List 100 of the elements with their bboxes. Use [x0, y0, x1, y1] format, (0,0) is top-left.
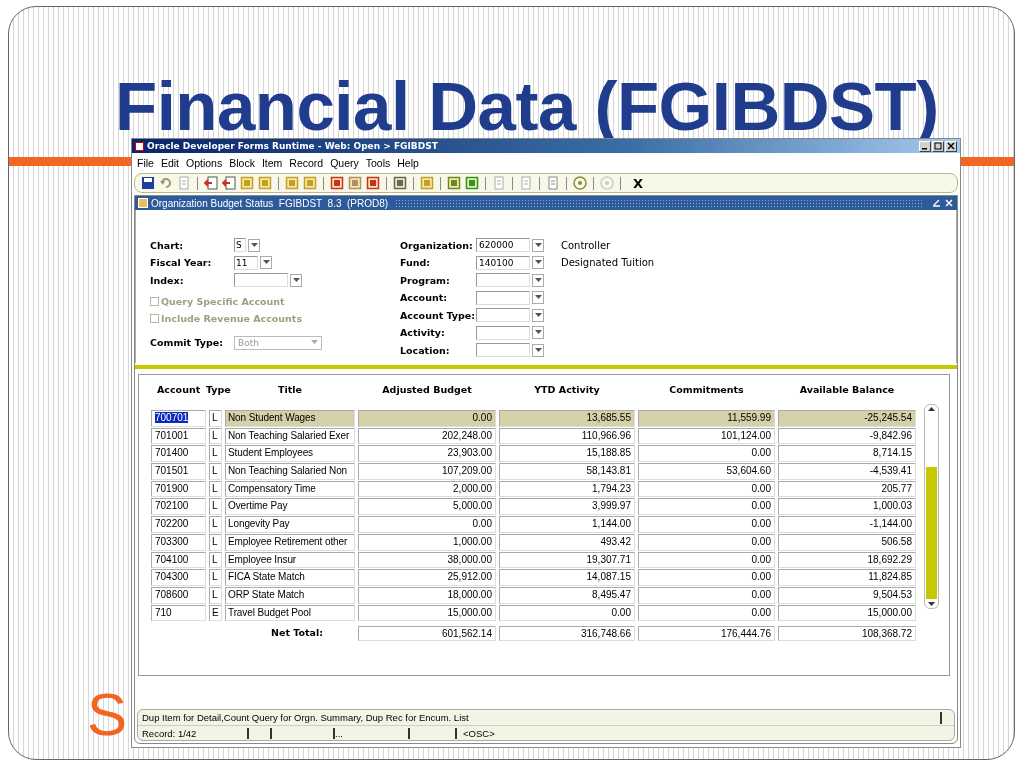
dropdown-button[interactable]: [532, 256, 544, 270]
exit-button[interactable]: X: [633, 175, 644, 191]
menu-item[interactable]: Edit: [160, 156, 179, 169]
dropdown-button[interactable]: [532, 238, 544, 252]
account-cell[interactable]: 710: [151, 604, 206, 622]
dropdown-button[interactable]: [260, 256, 272, 270]
account-cell[interactable]: 700701: [151, 410, 206, 427]
amount-cell[interactable]: -4,539.41: [778, 463, 916, 480]
title-cell[interactable]: Longevity Pay: [225, 516, 355, 533]
maximize-button[interactable]: [932, 140, 944, 152]
amount-cell[interactable]: 5,000.00: [358, 498, 496, 516]
close-button[interactable]: [945, 140, 957, 152]
menu-item[interactable]: Record: [289, 156, 324, 169]
input-field[interactable]: [234, 273, 288, 288]
amount-cell[interactable]: 0.00: [638, 586, 775, 604]
input-field[interactable]: [476, 308, 530, 323]
amount-cell[interactable]: 15,000.00: [778, 604, 916, 622]
menu-item[interactable]: Block: [229, 156, 255, 169]
dropdown-button[interactable]: [532, 291, 544, 305]
remove-record-icon[interactable]: [222, 176, 236, 190]
input-field[interactable]: [476, 343, 530, 358]
account-cell[interactable]: 703300: [151, 533, 206, 551]
insert-record-icon[interactable]: [204, 176, 218, 190]
account-cell[interactable]: 702200: [151, 516, 206, 533]
account-cell[interactable]: 704300: [151, 569, 206, 586]
input-field[interactable]: S: [234, 238, 246, 253]
amount-cell[interactable]: 0.00: [499, 604, 635, 622]
title-cell[interactable]: Compensatory Time: [225, 480, 355, 498]
title-cell[interactable]: Overtime Pay: [225, 498, 355, 516]
input-field[interactable]: [476, 290, 530, 305]
amount-cell[interactable]: 0.00: [638, 604, 775, 622]
amount-cell[interactable]: 0.00: [638, 551, 775, 569]
amount-cell[interactable]: 205.77: [778, 480, 916, 498]
menu-item[interactable]: File: [137, 156, 154, 169]
amount-cell[interactable]: 3,999.97: [499, 498, 635, 516]
amount-cell[interactable]: 110,966.96: [499, 427, 635, 445]
type-cell[interactable]: L: [209, 498, 222, 516]
amount-cell[interactable]: 18,000.00: [358, 586, 496, 604]
dropdown-button[interactable]: [532, 343, 544, 357]
type-cell[interactable]: L: [209, 586, 222, 604]
input-field[interactable]: [476, 325, 530, 340]
amount-cell[interactable]: 8,495.47: [499, 586, 635, 604]
amount-cell[interactable]: 0.00: [358, 516, 496, 533]
account-cell[interactable]: 701400: [151, 445, 206, 463]
input-field[interactable]: [476, 273, 530, 288]
amount-cell[interactable]: 9,504.53: [778, 586, 916, 604]
type-cell[interactable]: L: [209, 463, 222, 480]
amount-cell[interactable]: 11,824.85: [778, 569, 916, 586]
amount-cell[interactable]: 2,000.00: [358, 480, 496, 498]
amount-cell[interactable]: 19,307.71: [499, 551, 635, 569]
account-cell[interactable]: 702100: [151, 498, 206, 516]
title-cell[interactable]: FICA State Match: [225, 569, 355, 586]
amount-cell[interactable]: 107,209.00: [358, 463, 496, 480]
dropdown-button[interactable]: [532, 308, 544, 322]
menu-item[interactable]: Tools: [365, 156, 391, 169]
account-cell[interactable]: 701900: [151, 480, 206, 498]
type-cell[interactable]: E: [209, 604, 222, 622]
scroll-thumb[interactable]: [926, 467, 937, 599]
amount-cell[interactable]: 1,000.00: [358, 533, 496, 551]
close-icon[interactable]: [944, 198, 954, 208]
menu-item[interactable]: Help: [397, 156, 419, 169]
type-cell[interactable]: L: [209, 533, 222, 551]
amount-cell[interactable]: 0.00: [638, 516, 775, 533]
title-cell[interactable]: Student Employees: [225, 445, 355, 463]
amount-cell[interactable]: 101,124.00: [638, 427, 775, 445]
input-field[interactable]: 620000: [476, 238, 530, 253]
amount-cell[interactable]: 202,248.00: [358, 427, 496, 445]
scroll-up-icon[interactable]: [926, 405, 937, 414]
amount-cell[interactable]: -1,144.00: [778, 516, 916, 533]
menu-item[interactable]: Options: [186, 156, 223, 169]
amount-cell[interactable]: 23,903.00: [358, 445, 496, 463]
save-icon[interactable]: [141, 176, 155, 190]
amount-cell[interactable]: 13,685.55: [499, 410, 635, 427]
title-cell[interactable]: ORP State Match: [225, 586, 355, 604]
title-cell[interactable]: Non Student Wages: [225, 410, 355, 427]
amount-cell[interactable]: 53,604.60: [638, 463, 775, 480]
menu-item[interactable]: Query: [330, 156, 359, 169]
account-cell[interactable]: 708600: [151, 586, 206, 604]
amount-cell[interactable]: 0.00: [638, 480, 775, 498]
amount-cell[interactable]: 38,000.00: [358, 551, 496, 569]
amount-cell[interactable]: 1,794.23: [499, 480, 635, 498]
type-cell[interactable]: L: [209, 410, 222, 427]
title-cell[interactable]: Non Teaching Salaried Exer: [225, 427, 355, 445]
amount-cell[interactable]: 1,000.03: [778, 498, 916, 516]
minimize-button[interactable]: [919, 140, 931, 152]
account-cell[interactable]: 701001: [151, 427, 206, 445]
title-cell[interactable]: Employee Insur: [225, 551, 355, 569]
type-cell[interactable]: L: [209, 569, 222, 586]
amount-cell[interactable]: 14,087.15: [499, 569, 635, 586]
type-cell[interactable]: L: [209, 480, 222, 498]
menu-item[interactable]: Item: [261, 156, 283, 169]
amount-cell[interactable]: 0.00: [638, 533, 775, 551]
amount-cell[interactable]: 15,188.85: [499, 445, 635, 463]
amount-cell[interactable]: -25,245.54: [778, 410, 916, 427]
amount-cell[interactable]: 0.00: [638, 569, 775, 586]
type-cell[interactable]: L: [209, 427, 222, 445]
title-cell[interactable]: Employee Retirement other: [225, 533, 355, 551]
amount-cell[interactable]: 58,143.81: [499, 463, 635, 480]
dropdown-button[interactable]: [532, 326, 544, 340]
account-cell[interactable]: 704100: [151, 551, 206, 569]
